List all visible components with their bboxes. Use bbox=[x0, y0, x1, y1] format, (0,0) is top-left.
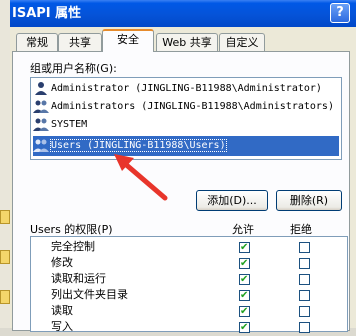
tab-strip: 常规 共享 安全 Web 共享 自定义 bbox=[10, 28, 356, 52]
folder-icon bbox=[0, 290, 10, 304]
allow-checkbox[interactable] bbox=[239, 256, 250, 272]
properties-dialog: ISAPI 属性 ? 常规 共享 安全 Web 共享 自定义 组或用户名称(G)… bbox=[10, 0, 356, 336]
group-users-label: 组或用户名称(G): bbox=[30, 62, 117, 75]
principal-name: SYSTEM bbox=[51, 119, 88, 130]
permission-name: 读取和运行 bbox=[51, 272, 106, 285]
permission-name: 完全控制 bbox=[51, 240, 95, 253]
deny-checkbox[interactable] bbox=[299, 306, 310, 317]
permission-name: 写入 bbox=[51, 320, 73, 333]
principal-list[interactable]: Administrator (JINGLING-B11988\Administr… bbox=[30, 77, 342, 160]
permission-row: 读取 bbox=[31, 303, 347, 320]
allow-header: 允许 bbox=[232, 223, 254, 236]
permission-row: 读取和运行 bbox=[31, 271, 347, 288]
permissions-label: Users 的权限(P) bbox=[30, 223, 113, 236]
tab-general[interactable]: 常规 bbox=[16, 33, 58, 51]
permission-row: 修改 bbox=[31, 255, 347, 272]
background-window-strip bbox=[0, 0, 10, 328]
group-icon bbox=[33, 118, 49, 131]
title-bar[interactable]: ISAPI 属性 ? bbox=[10, 0, 356, 27]
group-icon bbox=[33, 100, 49, 113]
permission-name: 修改 bbox=[51, 256, 73, 269]
deny-header: 拒绝 bbox=[290, 223, 312, 236]
allow-checkbox[interactable] bbox=[239, 288, 250, 304]
permission-row: 列出文件夹目录 bbox=[31, 287, 347, 304]
user-icon bbox=[35, 82, 47, 95]
help-button[interactable]: ? bbox=[330, 3, 350, 23]
group-icon bbox=[33, 139, 49, 152]
list-item[interactable]: Administrator (JINGLING-B11988\Administr… bbox=[33, 80, 339, 98]
add-button[interactable]: 添加(D)... bbox=[196, 190, 268, 211]
allow-checkbox[interactable] bbox=[239, 272, 250, 288]
permission-row: 完全控制 bbox=[31, 239, 347, 256]
allow-checkbox[interactable] bbox=[239, 304, 250, 320]
permission-name: 列出文件夹目录 bbox=[51, 288, 128, 301]
folder-icon bbox=[0, 250, 10, 264]
permission-name: 读取 bbox=[51, 304, 73, 317]
list-item[interactable]: SYSTEM bbox=[33, 116, 339, 134]
principal-name: Users (JINGLING-B11988\Users) bbox=[50, 139, 227, 152]
remove-button[interactable]: 删除(R) bbox=[276, 190, 342, 211]
principal-name: Administrator (JINGLING-B11988\Administr… bbox=[51, 83, 322, 94]
permissions-list: 完全控制 修改 读取和运行 列出文件夹目录 读取 写入 bbox=[30, 236, 348, 336]
deny-checkbox[interactable] bbox=[299, 258, 310, 269]
permission-row: 写入 bbox=[31, 319, 347, 336]
deny-checkbox[interactable] bbox=[299, 242, 310, 253]
window-title: ISAPI 属性 bbox=[12, 6, 82, 21]
list-item-selected[interactable]: Users (JINGLING-B11988\Users) bbox=[33, 136, 339, 156]
allow-checkbox[interactable] bbox=[239, 240, 250, 256]
principal-name: Administrators (JINGLING-B11988\Administ… bbox=[51, 101, 334, 112]
deny-checkbox[interactable] bbox=[299, 290, 310, 301]
tab-web-sharing[interactable]: Web 共享 bbox=[156, 33, 218, 51]
deny-checkbox[interactable] bbox=[299, 274, 310, 285]
tab-security[interactable]: 安全 bbox=[102, 29, 154, 52]
list-item[interactable]: Administrators (JINGLING-B11988\Administ… bbox=[33, 98, 339, 116]
tab-customize[interactable]: 自定义 bbox=[219, 33, 265, 51]
tab-sharing[interactable]: 共享 bbox=[58, 33, 102, 51]
folder-icon bbox=[0, 210, 10, 224]
